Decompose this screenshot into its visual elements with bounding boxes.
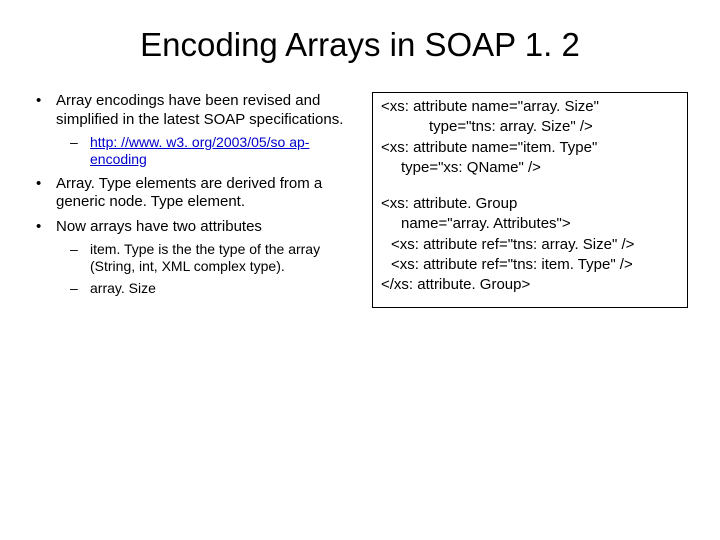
sub-bullet-item: item. Type is the the type of the array … xyxy=(56,241,358,276)
code-line: <xs: attribute name="item. Type" xyxy=(381,138,679,158)
code-line: <xs: attribute name="array. Size" xyxy=(381,97,679,117)
code-line: </xs: attribute. Group> xyxy=(381,275,679,295)
sub-bullet-item: array. Size xyxy=(56,280,358,298)
bullet-list: Array encodings have been revised and si… xyxy=(30,92,358,297)
soap-encoding-link[interactable]: http: //www. w3. org/2003/05/so ap-encod… xyxy=(90,134,309,168)
code-line: <xs: attribute. Group xyxy=(381,194,679,214)
left-column: Array encodings have been revised and si… xyxy=(30,92,358,308)
bullet-text: Array encodings have been revised and si… xyxy=(56,92,343,128)
bullet-item: Array encodings have been revised and si… xyxy=(30,92,358,169)
sub-bullet-item: http: //www. w3. org/2003/05/so ap-encod… xyxy=(56,134,358,169)
code-line: type="tns: array. Size" /> xyxy=(381,117,679,137)
bullet-item: Now arrays have two attributes item. Typ… xyxy=(30,218,358,297)
code-line: <xs: attribute ref="tns: item. Type" /> xyxy=(381,255,679,275)
sub-bullet-list: item. Type is the the type of the array … xyxy=(56,241,358,298)
spacer xyxy=(381,178,679,194)
content-columns: Array encodings have been revised and si… xyxy=(30,92,690,308)
slide: Encoding Arrays in SOAP 1. 2 Array encod… xyxy=(0,0,720,540)
code-line: <xs: attribute ref="tns: array. Size" /> xyxy=(381,235,679,255)
slide-title: Encoding Arrays in SOAP 1. 2 xyxy=(30,26,690,64)
bullet-item: Array. Type elements are derived from a … xyxy=(30,175,358,213)
bullet-text: Array. Type elements are derived from a … xyxy=(56,175,322,211)
code-line: type="xs: QName" /> xyxy=(381,158,679,178)
code-line: name="array. Attributes"> xyxy=(381,214,679,234)
bullet-text: Now arrays have two attributes xyxy=(56,218,262,235)
code-box: <xs: attribute name="array. Size" type="… xyxy=(372,92,688,308)
sub-bullet-list: http: //www. w3. org/2003/05/so ap-encod… xyxy=(56,134,358,169)
